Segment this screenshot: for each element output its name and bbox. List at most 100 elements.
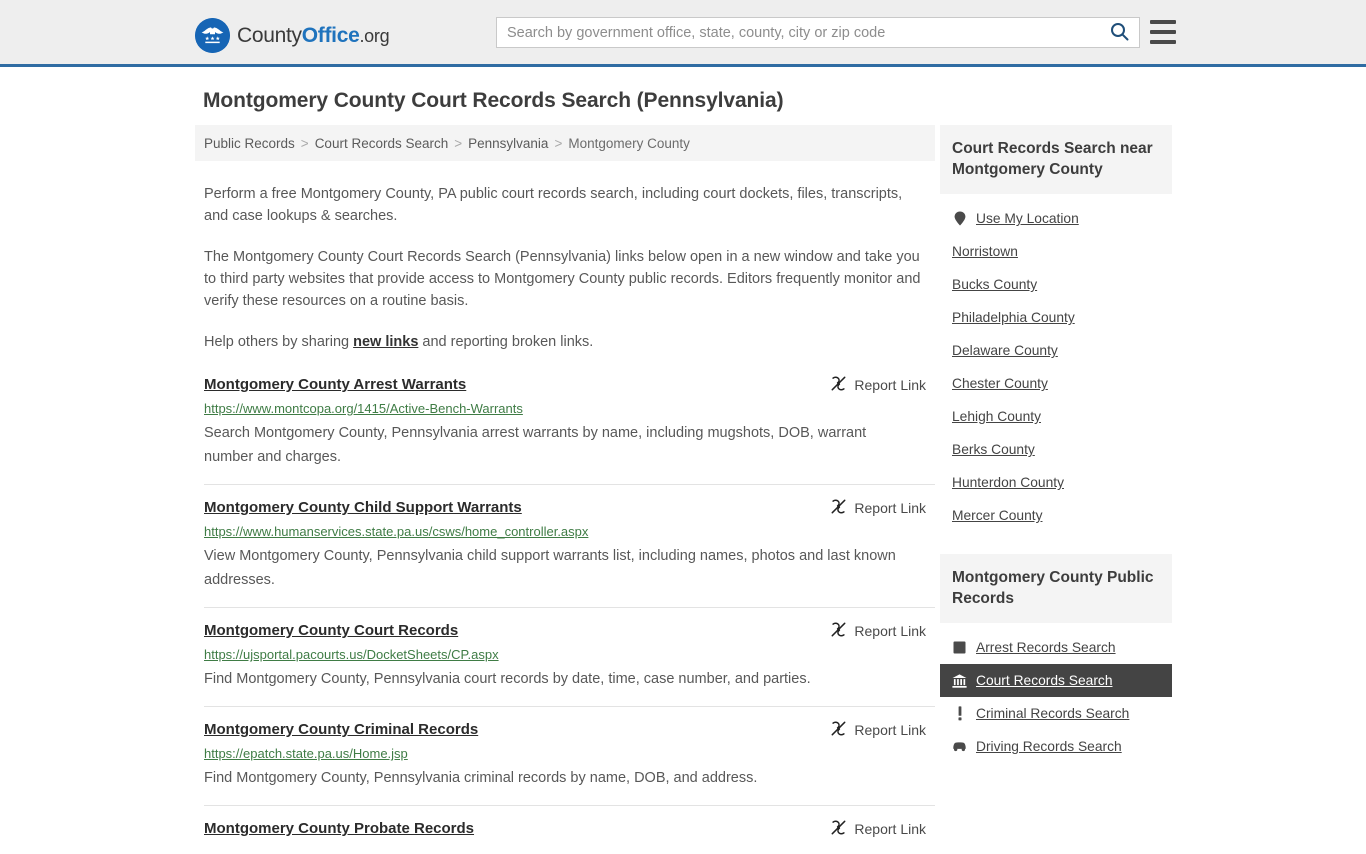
sidebar-nearby-heading: Court Records Search near Montgomery Cou… <box>940 125 1172 194</box>
brand-text-part1: County <box>237 23 302 47</box>
broken-link-icon <box>830 819 847 839</box>
sidebar-item-label: Mercer County <box>952 508 1043 523</box>
sidebar-item-berks-county[interactable]: Berks County <box>940 433 1172 466</box>
sidebar-item-delaware-county[interactable]: Delaware County <box>940 334 1172 367</box>
sidebar-item-chester-county[interactable]: Chester County <box>940 367 1172 400</box>
result-url[interactable]: https://www.humanservices.state.pa.us/cs… <box>204 524 935 540</box>
page-title: Montgomery County Court Records Search (… <box>203 89 784 112</box>
result-title-link[interactable]: Montgomery County Child Support Warrants <box>204 499 522 517</box>
result-description: Find Montgomery County, Pennsylvania cou… <box>204 671 811 687</box>
eagle-shield-logo-icon <box>195 18 230 53</box>
report-link-label: Report Link <box>854 821 926 837</box>
site-logo[interactable]: CountyOffice.org <box>195 18 390 53</box>
sidebar-item-norristown[interactable]: Norristown <box>940 235 1172 268</box>
square-icon <box>952 640 967 655</box>
hamburger-bar-2 <box>1150 30 1176 34</box>
sidebar-item-driving-records-search[interactable]: Driving Records Search <box>940 730 1172 763</box>
breadcrumb-item-montgomery-county: Montgomery County <box>568 135 690 151</box>
broken-link-icon <box>830 621 847 641</box>
intro-p3-before: Help others by sharing <box>204 334 354 350</box>
hamburger-menu-button[interactable] <box>1150 20 1176 44</box>
sidebar-item-label: Hunterdon County <box>952 475 1064 490</box>
intro-paragraph-3: Help others by sharing new links and rep… <box>204 331 925 353</box>
breadcrumb-separator: > <box>300 135 309 151</box>
sidebar-public-records-section: Montgomery County Public Records Arrest … <box>940 554 1172 763</box>
sidebar-item-arrest-records-search[interactable]: Arrest Records Search <box>940 631 1172 664</box>
result-item: Montgomery County Probate Records Report… <box>204 805 935 854</box>
sidebar-nearby-section: Court Records Search near Montgomery Cou… <box>940 125 1172 532</box>
sidebar-item-philadelphia-county[interactable]: Philadelphia County <box>940 301 1172 334</box>
broken-link-icon <box>830 720 847 740</box>
sidebar-item-hunterdon-county[interactable]: Hunterdon County <box>940 466 1172 499</box>
new-links-link[interactable]: new links <box>353 334 418 350</box>
sidebar-item-bucks-county[interactable]: Bucks County <box>940 268 1172 301</box>
broken-link-icon <box>830 375 847 395</box>
site-header: CountyOffice.org <box>0 0 1366 67</box>
breadcrumb-item-pennsylvania[interactable]: Pennsylvania <box>468 136 548 151</box>
sidebar-item-criminal-records-search[interactable]: Criminal Records Search <box>940 697 1172 730</box>
sidebar-item-court-records-search[interactable]: Court Records Search <box>940 664 1172 697</box>
sidebar-item-label: Use My Location <box>976 211 1079 226</box>
sidebar-item-label: Chester County <box>952 376 1048 391</box>
sidebar-item-label: Criminal Records Search <box>976 706 1130 721</box>
report-link-label: Report Link <box>854 722 926 738</box>
main-content: Public Records > Court Records Search > … <box>195 125 935 854</box>
exclamation-icon <box>952 706 967 721</box>
search-input[interactable] <box>497 18 1099 47</box>
courthouse-icon <box>952 673 967 688</box>
result-header: Montgomery County Criminal Records Repor… <box>204 721 935 740</box>
result-url[interactable]: https://epatch.state.pa.us/Home.jsp <box>204 746 935 762</box>
broken-link-icon <box>830 498 847 518</box>
sidebar-public-records-list: Arrest Records Search Court Records Sear… <box>940 631 1172 763</box>
intro-p3-after: and reporting broken links. <box>418 334 594 350</box>
report-link-button[interactable]: Report Link <box>830 621 926 641</box>
result-description: Find Montgomery County, Pennsylvania cri… <box>204 770 758 786</box>
search-button[interactable] <box>1099 18 1139 47</box>
intro-paragraph-2: The Montgomery County Court Records Sear… <box>204 249 921 309</box>
brand-text-part2: Office <box>301 23 360 47</box>
sidebar-item-label: Arrest Records Search <box>976 640 1116 655</box>
sidebar-item-use-my-location[interactable]: Use My Location <box>940 202 1172 235</box>
report-link-button[interactable]: Report Link <box>830 819 926 839</box>
result-title-link[interactable]: Montgomery County Arrest Warrants <box>204 376 466 394</box>
sidebar-item-mercer-county[interactable]: Mercer County <box>940 499 1172 532</box>
map-pin-icon <box>952 211 967 226</box>
report-link-button[interactable]: Report Link <box>830 498 926 518</box>
brand-text-part3: .org <box>359 25 390 46</box>
result-header: Montgomery County Arrest Warrants Report… <box>204 376 935 395</box>
sidebar-item-label: Berks County <box>952 442 1035 457</box>
result-description: View Montgomery County, Pennsylvania chi… <box>204 548 896 588</box>
breadcrumb-item-court-records-search[interactable]: Court Records Search <box>315 136 449 151</box>
hamburger-bar-3 <box>1150 40 1176 44</box>
sidebar-nearby-list: Use My Location Norristown Bucks County … <box>940 202 1172 532</box>
result-header: Montgomery County Court Records Report L… <box>204 622 935 641</box>
breadcrumb-item-public-records[interactable]: Public Records <box>204 136 295 151</box>
car-icon <box>952 739 967 754</box>
breadcrumb-separator: > <box>554 135 563 151</box>
sidebar-item-label: Norristown <box>952 244 1018 259</box>
intro-section: Perform a free Montgomery County, PA pub… <box>195 183 935 353</box>
intro-paragraph-1: Perform a free Montgomery County, PA pub… <box>204 186 903 224</box>
result-url[interactable]: https://ujsportal.pacourts.us/DocketShee… <box>204 647 935 663</box>
report-link-button[interactable]: Report Link <box>830 375 926 395</box>
result-item: Montgomery County Child Support Warrants… <box>204 484 935 607</box>
sidebar-item-label: Driving Records Search <box>976 739 1122 754</box>
sidebar: Court Records Search near Montgomery Cou… <box>940 125 1172 763</box>
sidebar-item-label: Lehigh County <box>952 409 1041 424</box>
result-title-link[interactable]: Montgomery County Probate Records <box>204 820 474 838</box>
results-list: Montgomery County Arrest Warrants Report… <box>195 376 935 854</box>
report-link-label: Report Link <box>854 377 926 393</box>
result-url[interactable]: https://www.montcopa.org/1415/Active-Ben… <box>204 401 935 417</box>
result-item: Montgomery County Criminal Records Repor… <box>204 706 935 805</box>
report-link-button[interactable]: Report Link <box>830 720 926 740</box>
result-title-link[interactable]: Montgomery County Court Records <box>204 622 458 640</box>
sidebar-item-label: Philadelphia County <box>952 310 1075 325</box>
sidebar-item-label: Delaware County <box>952 343 1058 358</box>
breadcrumb-separator: > <box>454 135 463 151</box>
report-link-label: Report Link <box>854 623 926 639</box>
result-header: Montgomery County Child Support Warrants… <box>204 499 935 518</box>
result-title-link[interactable]: Montgomery County Criminal Records <box>204 721 478 739</box>
sidebar-item-lehigh-county[interactable]: Lehigh County <box>940 400 1172 433</box>
search-bar <box>496 17 1140 48</box>
